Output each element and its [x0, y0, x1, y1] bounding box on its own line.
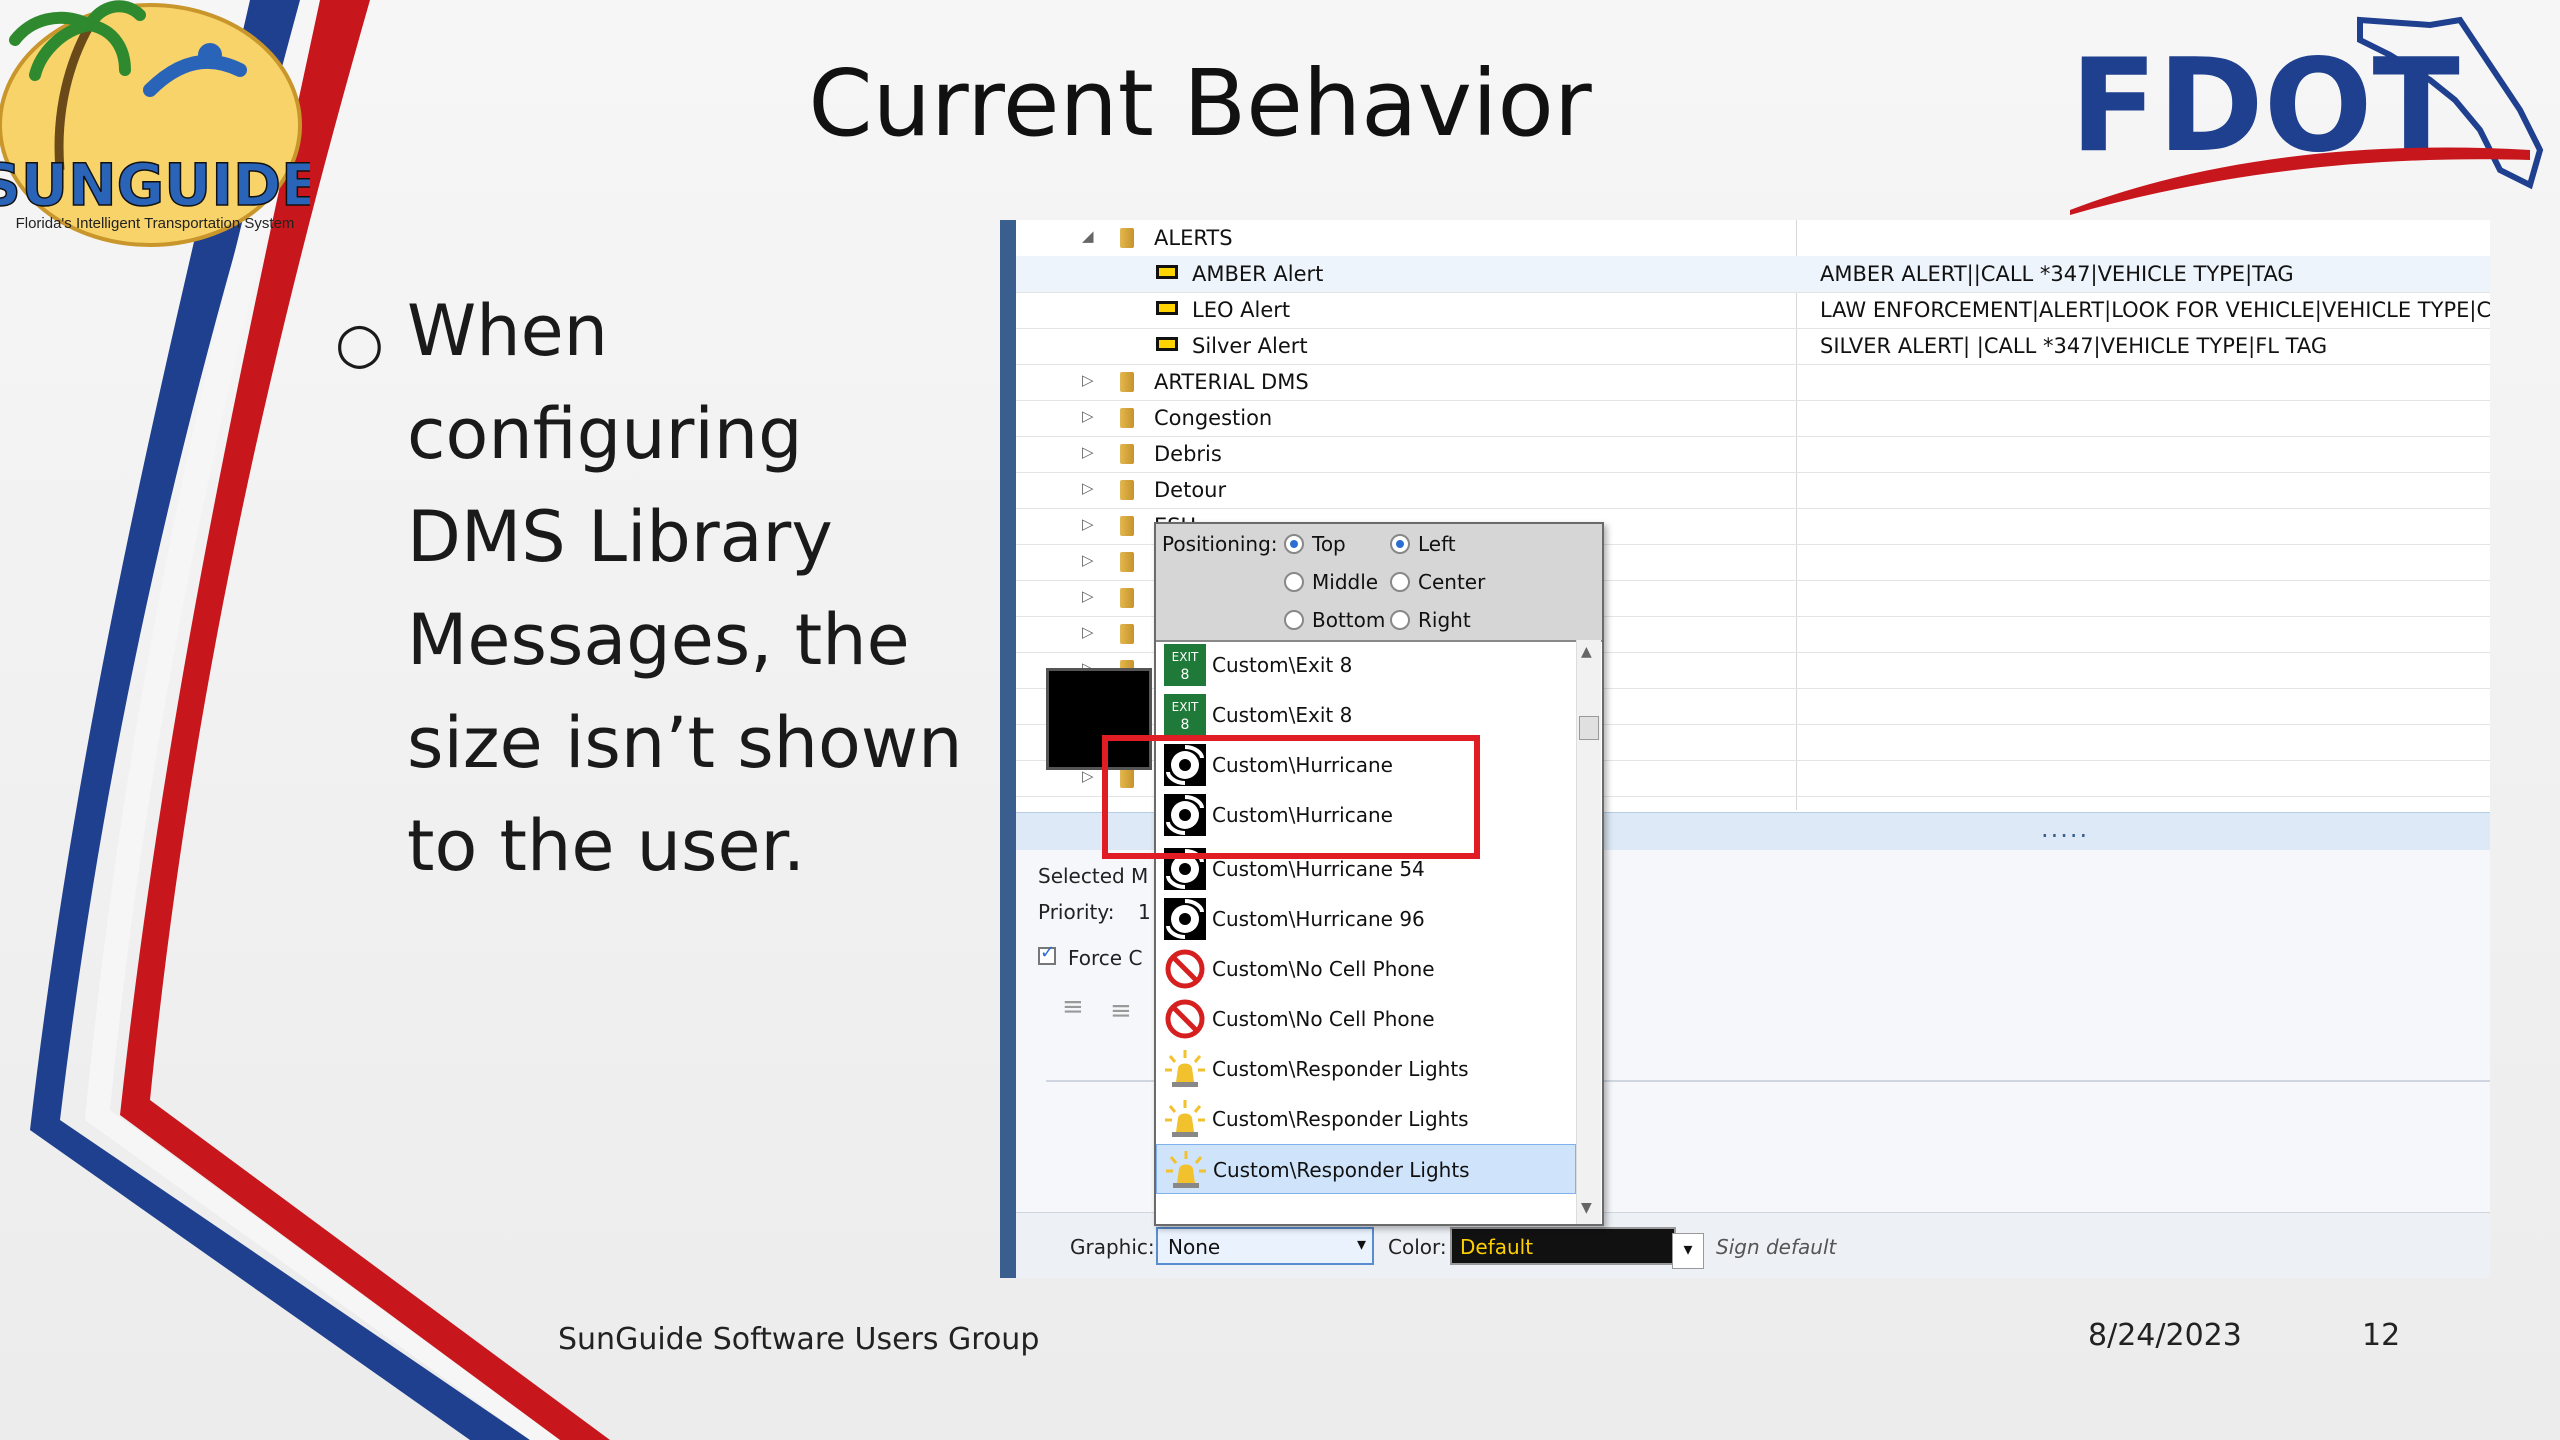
folder-icon — [1120, 516, 1134, 536]
slide: SUNGUIDE Florida's Intelligent Transport… — [0, 0, 2560, 1440]
expand-right-icon[interactable]: ▷ — [1082, 443, 1094, 461]
sunguide-logo: SUNGUIDE Florida's Intelligent Transport… — [0, 0, 310, 247]
radio-top[interactable] — [1284, 534, 1304, 554]
radio-right[interactable] — [1390, 610, 1410, 630]
footer-page-number: 12 — [2362, 1318, 2401, 1353]
tree-row-silver-alert[interactable]: Silver Alert SILVER ALERT| |CALL *347|VE… — [1016, 328, 2490, 365]
selected-message-label: Selected M — [1038, 864, 1149, 888]
graphic-item-responder-lights[interactable]: Custom\Responder Lights — [1156, 1044, 1576, 1094]
graphic-item-responder-lights-highlighted[interactable]: Custom\Responder Lights — [1156, 1144, 1576, 1194]
folder-icon — [1120, 444, 1134, 464]
tree-row-leo-alert[interactable]: LEO Alert LAW ENFORCEMENT|ALERT|LOOK FOR… — [1016, 292, 2490, 329]
folder-icon — [1120, 552, 1134, 572]
sign-icon — [1156, 301, 1178, 315]
graphic-select[interactable]: None ▾ — [1156, 1227, 1374, 1265]
message-text: AMBER ALERT||CALL *347|VEHICLE TYPE|TAG — [1820, 262, 2294, 286]
graphic-item-hurricane-96[interactable]: Custom\Hurricane 96 — [1156, 894, 1576, 944]
footer-date: 8/24/2023 — [2088, 1318, 2242, 1353]
lights-icon — [1165, 1050, 1205, 1087]
lights-icon — [1166, 1151, 1206, 1188]
radio-center[interactable] — [1390, 572, 1410, 592]
graphic-item-no-cell-phone[interactable]: Custom\No Cell Phone — [1156, 944, 1576, 994]
priority-label: Priority: — [1038, 900, 1115, 924]
scroll-thumb[interactable] — [1579, 716, 1599, 740]
splitter-grip[interactable]: ..... — [2041, 815, 2089, 843]
sign-icon — [1156, 265, 1178, 279]
folder-icon — [1120, 624, 1134, 644]
folder-icon — [1120, 372, 1134, 392]
graphic-item-no-cell-phone[interactable]: Custom\No Cell Phone — [1156, 994, 1576, 1044]
check-mark-icon: ✓ — [1040, 942, 1056, 963]
radio-left[interactable] — [1390, 534, 1410, 554]
priority-value[interactable]: 1 — [1138, 900, 1151, 924]
no-phone-icon — [1165, 999, 1205, 1039]
message-text: SILVER ALERT| |CALL *347|VEHICLE TYPE|FL… — [1820, 334, 2328, 358]
exit-icon: EXIT 8 — [1164, 694, 1206, 736]
no-phone-icon — [1165, 949, 1205, 989]
folder-icon — [1120, 408, 1134, 428]
sign-icon — [1156, 337, 1178, 351]
svg-text:EXIT: EXIT — [1172, 650, 1199, 664]
folder-icon — [1120, 228, 1134, 248]
fdot-logo: FDOT — [2070, 16, 2544, 215]
graphic-item-exit-8[interactable]: EXIT 8 Custom\Exit 8 — [1156, 690, 1576, 740]
scroll-down-icon[interactable]: ▼ — [1581, 1200, 1592, 1216]
hurricane-icon — [1164, 898, 1206, 940]
align-left-icon[interactable]: ≡ — [1062, 992, 1084, 1022]
tree-row-alerts[interactable]: ◢ ALERTS — [1016, 220, 2490, 257]
lights-icon — [1165, 1100, 1205, 1137]
radio-middle[interactable] — [1284, 572, 1304, 592]
tree-row-detour[interactable]: ▷ Detour — [1016, 472, 2490, 509]
tree-row-arterial-dms[interactable]: ▷ ARTERIAL DMS — [1016, 364, 2490, 401]
sign-default-label: Sign default — [1716, 1235, 1837, 1259]
align-center-icon[interactable]: ≡ — [1110, 996, 1132, 1026]
svg-text:SUNGUIDE: SUNGUIDE — [0, 151, 310, 219]
tree-row-congestion[interactable]: ▷ Congestion — [1016, 400, 2490, 437]
folder-icon — [1120, 480, 1134, 500]
color-select[interactable]: Default ▾ — [1450, 1227, 1704, 1269]
tree-row-debris[interactable]: ▷ Debris — [1016, 436, 2490, 473]
graphic-item-responder-lights[interactable]: Custom\Responder Lights — [1156, 1094, 1576, 1144]
radio-bottom[interactable] — [1284, 610, 1304, 630]
graphic-dropdown-popup: Positioning: Top Middle Bottom Left Cent… — [1154, 522, 1604, 1226]
exit-icon: EXIT 8 — [1164, 644, 1206, 686]
positioning-panel: Positioning: Top Middle Bottom Left Cent… — [1156, 524, 1602, 642]
dropdown-arrow-icon[interactable]: ▾ — [1672, 1233, 1704, 1269]
svg-text:8: 8 — [1181, 667, 1190, 683]
slide-title: Current Behavior — [808, 50, 1592, 157]
expand-right-icon[interactable]: ▷ — [1082, 515, 1094, 533]
expand-right-icon[interactable]: ▷ — [1082, 407, 1094, 425]
graphic-label: Graphic: — [1070, 1235, 1155, 1259]
bullet-marker: ○ — [335, 311, 384, 376]
dropdown-arrow-icon[interactable]: ▾ — [1357, 1234, 1366, 1255]
color-label: Color: — [1388, 1235, 1447, 1259]
highlight-box — [1102, 735, 1480, 859]
graphic-item-exit-8[interactable]: EXIT 8 Custom\Exit 8 — [1156, 640, 1576, 690]
positioning-label: Positioning: — [1162, 532, 1278, 556]
graphic-list-scrollbar[interactable]: ▲ ▼ — [1576, 640, 1601, 1224]
svg-text:EXIT: EXIT — [1172, 700, 1199, 714]
tree-row-amber-alert[interactable]: AMBER Alert AMBER ALERT||CALL *347|VEHIC… — [1016, 256, 2490, 293]
message-text: LAW ENFORCEMENT|ALERT|LOOK FOR VEHICLE|V… — [1820, 298, 2490, 322]
expand-down-icon[interactable]: ◢ — [1082, 227, 1094, 245]
graphic-list: EXIT 8 Custom\Exit 8 EXIT 8 Custom\Exit 8 … — [1156, 640, 1576, 1224]
expand-right-icon[interactable]: ▷ — [1082, 587, 1094, 605]
svg-text:8: 8 — [1181, 717, 1190, 733]
expand-right-icon[interactable]: ▷ — [1082, 623, 1094, 641]
bullet-text: When configuring DMS Library Messages, t… — [407, 290, 963, 887]
scroll-up-icon[interactable]: ▲ — [1581, 644, 1592, 660]
svg-text:Florida's Intelligent Transpor: Florida's Intelligent Transportation Sys… — [16, 215, 295, 232]
force-label: Force C — [1068, 946, 1143, 970]
expand-right-icon[interactable]: ▷ — [1082, 479, 1094, 497]
footer-group-name: SunGuide Software Users Group — [558, 1322, 1040, 1357]
expand-right-icon[interactable]: ▷ — [1082, 371, 1094, 389]
expand-right-icon[interactable]: ▷ — [1082, 551, 1094, 569]
folder-icon — [1120, 588, 1134, 608]
